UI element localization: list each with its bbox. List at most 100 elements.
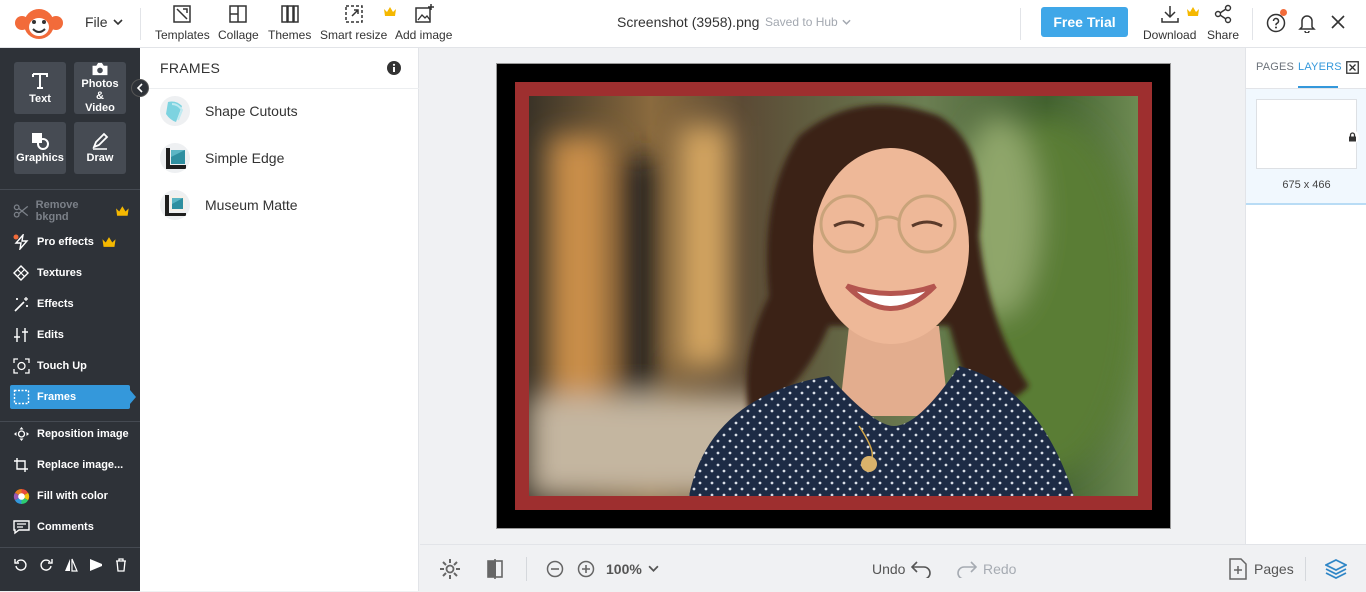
frame-option-label: Simple Edge — [205, 150, 284, 166]
sidebar-item-fill-with-color[interactable]: Fill with color — [10, 484, 130, 508]
face-icon — [13, 358, 30, 374]
canvas-photo[interactable] — [529, 96, 1138, 496]
info-icon — [387, 61, 401, 75]
frame-option-shape-cutouts[interactable]: Shape Cutouts — [160, 96, 298, 126]
sidebar-item-frames[interactable]: Frames — [10, 385, 130, 409]
page-item[interactable]: 675 x 466 — [1246, 89, 1366, 205]
help-button[interactable] — [1266, 13, 1286, 33]
design-canvas[interactable] — [496, 63, 1171, 529]
add-image-button[interactable]: Add image — [395, 3, 452, 42]
close-right-panel-button[interactable] — [1346, 61, 1359, 74]
rotate-left-icon[interactable] — [14, 558, 28, 572]
sidebar-divider — [0, 189, 140, 190]
info-button[interactable] — [387, 61, 401, 75]
sidebar-item-pro-effects[interactable]: Pro effects — [10, 230, 130, 254]
frame-option-simple-edge[interactable]: Simple Edge — [160, 143, 284, 173]
zoom-out-icon — [546, 560, 564, 578]
bell-icon — [1298, 13, 1316, 33]
sidebar-item-textures[interactable]: Textures — [10, 261, 130, 285]
text-tool-label: Text — [29, 93, 51, 105]
share-button[interactable]: Share — [1207, 3, 1239, 42]
sidebar-item-label: Pro effects — [37, 236, 94, 248]
help-icon — [1266, 13, 1286, 33]
download-button[interactable]: Download — [1143, 3, 1196, 42]
text-tool[interactable]: Text — [14, 62, 66, 114]
undo-button[interactable]: Undo — [872, 545, 933, 592]
collapse-panel-button[interactable] — [131, 79, 149, 97]
tab-layers[interactable]: LAYERS — [1298, 61, 1342, 73]
redo-label: Redo — [983, 561, 1016, 577]
frame-matte — [515, 82, 1152, 510]
frame-option-label: Shape Cutouts — [205, 103, 298, 119]
templates-icon — [171, 3, 193, 25]
shape-cutouts-icon — [160, 96, 190, 126]
sidebar-item-reposition-image[interactable]: Reposition image — [10, 422, 130, 446]
photos-video-tool[interactable]: Photos & Video — [74, 62, 126, 114]
zoom-level: 100% — [606, 561, 642, 577]
sidebar-item-label: Reposition image — [37, 428, 129, 440]
collage-button[interactable]: Collage — [218, 3, 259, 42]
bottom-divider — [526, 557, 527, 581]
zoom-out-button[interactable] — [546, 545, 564, 592]
photos-video-tool-label: Photos & Video — [80, 78, 120, 114]
close-editor-button[interactable] — [1330, 14, 1346, 30]
graphics-tool[interactable]: Graphics — [14, 122, 66, 174]
chevron-down-icon — [113, 19, 123, 25]
canvas-area — [420, 48, 1245, 544]
lock-icon — [1348, 132, 1357, 142]
collage-icon — [227, 3, 249, 25]
tab-pages[interactable]: PAGES — [1256, 61, 1294, 73]
save-status-label: Saved to Hub — [765, 15, 838, 29]
compare-icon — [484, 558, 506, 580]
document-title[interactable]: Screenshot (3958).png — [617, 14, 759, 30]
file-menu[interactable]: File — [85, 14, 123, 30]
sidebar-item-comments[interactable]: Comments — [10, 515, 130, 539]
flip-horizontal-icon[interactable] — [64, 558, 78, 572]
picmonkey-logo[interactable] — [14, 6, 64, 42]
chevron-down-icon — [648, 565, 659, 572]
sidebar-item-label: Fill with color — [37, 490, 108, 502]
layers-icon — [1325, 558, 1347, 580]
sidebar-item-touch-up[interactable]: Touch Up — [10, 354, 130, 378]
sidebar-item-edits[interactable]: Edits — [10, 323, 130, 347]
notifications-button[interactable] — [1298, 13, 1316, 33]
themes-button[interactable]: Themes — [268, 3, 311, 42]
redo-button[interactable]: Redo — [955, 545, 1016, 592]
replace-icon — [13, 457, 30, 473]
zoom-in-button[interactable] — [577, 545, 595, 592]
rotate-right-icon[interactable] — [39, 558, 53, 572]
museum-matte-icon — [160, 190, 190, 220]
bottom-toolbar: 100% Undo Redo Pages — [420, 544, 1366, 591]
sidebar-divider — [0, 547, 140, 548]
draw-tool[interactable]: Draw — [74, 122, 126, 174]
flip-vertical-icon[interactable] — [89, 558, 103, 572]
frame-option-museum-matte[interactable]: Museum Matte — [160, 190, 298, 220]
layers-toggle-button[interactable] — [1325, 545, 1347, 592]
gear-icon — [439, 558, 461, 580]
transform-tools — [14, 558, 128, 572]
zoom-level-dropdown[interactable]: 100% — [606, 545, 659, 592]
simple-edge-thumbnail — [160, 143, 190, 173]
page-thumbnail[interactable] — [1256, 99, 1357, 169]
compare-button[interactable] — [484, 545, 506, 592]
sidebar-item-effects[interactable]: Effects — [10, 292, 130, 316]
header-divider — [140, 8, 141, 40]
frame-icon — [13, 389, 30, 405]
camera-icon — [91, 62, 109, 76]
lock-badge[interactable] — [1345, 130, 1359, 144]
sidebar-item-label: Textures — [37, 267, 82, 279]
trash-icon[interactable] — [114, 558, 128, 572]
chevron-left-icon — [136, 83, 144, 93]
graphics-tool-label: Graphics — [16, 152, 64, 164]
canvas-settings-button[interactable] — [439, 545, 461, 592]
templates-button[interactable]: Templates — [155, 3, 210, 42]
sidebar-item-replace-image[interactable]: Replace image... — [10, 453, 130, 477]
pages-button[interactable]: Pages — [1228, 545, 1294, 592]
save-status[interactable]: Saved to Hub — [765, 15, 851, 29]
share-label: Share — [1207, 28, 1239, 42]
page-dimensions: 675 x 466 — [1246, 179, 1366, 191]
smart-resize-button[interactable]: Smart resize — [320, 3, 387, 42]
download-icon — [1159, 3, 1181, 25]
sidebar-item-remove-background[interactable]: Remove bkgnd — [10, 199, 130, 223]
free-trial-button[interactable]: Free Trial — [1041, 7, 1128, 37]
